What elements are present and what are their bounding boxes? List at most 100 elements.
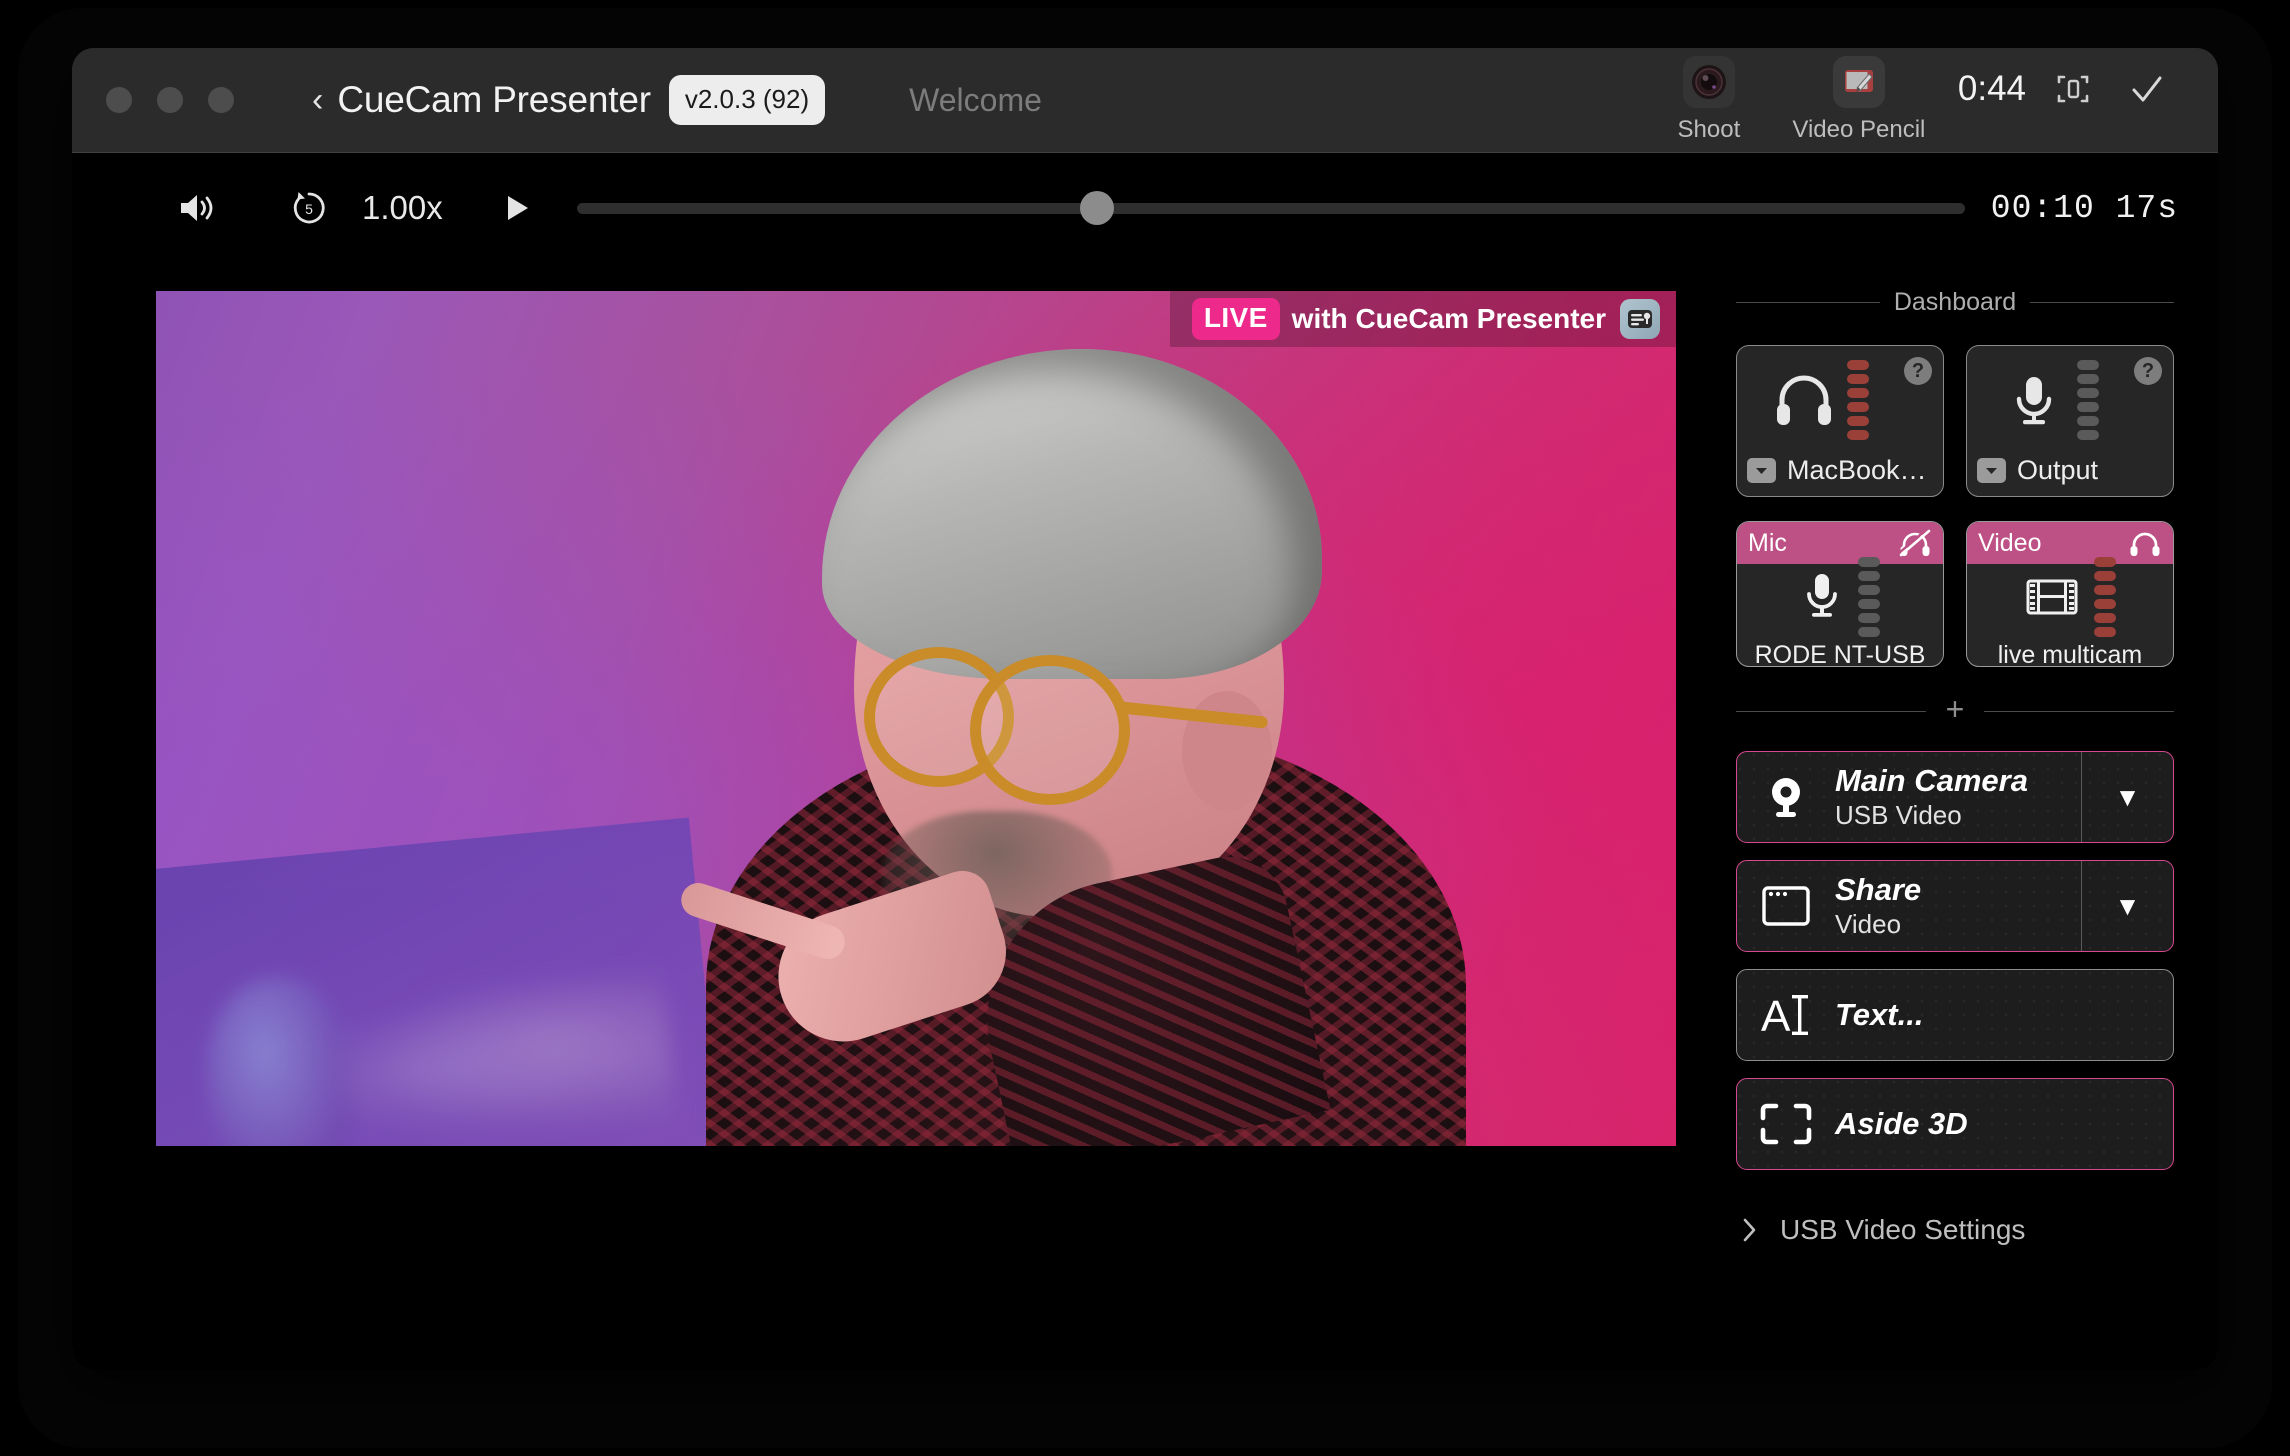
traffic-lights — [106, 87, 234, 113]
volume-button[interactable] — [156, 169, 234, 247]
source-title: Text... — [1835, 997, 1924, 1032]
microphone-device-name: Output — [2017, 455, 2099, 485]
playback-speed-label[interactable]: 1.00x — [362, 189, 443, 227]
shoot-tool-label: Shoot — [1677, 116, 1741, 143]
document-scan-button[interactable] — [2036, 63, 2110, 137]
headphones-device-row[interactable]: MacBook… — [1747, 455, 1933, 486]
microphone-level-meter — [2077, 360, 2099, 440]
mic-channel-card[interactable]: Mic RODE NT-USB — [1736, 521, 1944, 667]
film-strip-icon — [2026, 579, 2078, 614]
playback-timecode: 00:10 17s — [1990, 189, 2178, 227]
back-chevron-icon[interactable]: ‹ — [312, 83, 323, 117]
dashboard-panel: Dashboard ? MacBook… ? Output Mic RODE N… — [1718, 263, 2218, 1370]
add-source-divider: + — [1736, 693, 2174, 729]
live-banner-text: with CueCam Presenter — [1291, 303, 1606, 334]
dashboard-label: Dashboard — [1893, 288, 2017, 316]
chevron-down-icon[interactable] — [1977, 458, 2006, 483]
headphones-muted-icon — [1898, 529, 1931, 557]
chevron-down-icon: ▼ — [2114, 781, 2141, 812]
dashboard-section-header: Dashboard — [1736, 288, 2174, 317]
source-menu-caret[interactable]: ▼ — [2081, 861, 2173, 951]
mic-channel-body: RODE NT-USB — [1737, 556, 1943, 667]
toolbar-right-group: Shoot Video Pencil 0:44 — [1634, 48, 2184, 152]
source-title: Main Camera — [1835, 763, 2028, 798]
zoom-button[interactable] — [208, 87, 234, 113]
document-scan-icon — [2057, 75, 2089, 103]
confirm-button[interactable] — [2110, 63, 2184, 137]
scrubber-thumb[interactable] — [1080, 191, 1115, 225]
rewind-5-icon: 5 — [293, 192, 325, 224]
webcam-icon — [1737, 772, 1835, 822]
video-level-meter — [2094, 556, 2116, 637]
channels-row: Mic RODE NT-USB Video live multicam — [1736, 521, 2174, 667]
scrubber-track[interactable] — [576, 202, 1965, 214]
help-icon[interactable]: ? — [2134, 357, 2162, 385]
device-meters-row: ? MacBook… ? Output — [1736, 345, 2174, 497]
source-subtitle: Video — [1835, 909, 1902, 939]
help-icon[interactable]: ? — [1904, 357, 1932, 385]
svg-text:A: A — [1761, 992, 1791, 1041]
source-aside-3d[interactable]: Aside 3D — [1736, 1078, 2174, 1170]
cuecam-logo-icon — [1620, 299, 1660, 339]
chevron-right-icon — [1743, 1218, 1756, 1242]
version-badge[interactable]: v2.0.3 (92) — [668, 75, 826, 125]
divider-left — [1736, 302, 1880, 303]
app-title: CueCam Presenter — [337, 79, 651, 120]
video-channel-card[interactable]: Video live multicam — [1966, 521, 2174, 667]
headphones-icon — [2130, 532, 2160, 556]
headphones-meter-card[interactable]: ? MacBook… — [1736, 345, 1944, 497]
mic-channel-label: RODE NT-USB — [1754, 640, 1926, 667]
source-share[interactable]: Share Video ▼ — [1736, 860, 2174, 952]
video-pencil-tool-label: Video Pencil — [1792, 116, 1926, 143]
preview-stage: LIVE with CueCam Presenter — [72, 263, 1718, 1370]
microphone-meter-card[interactable]: ? Output — [1966, 345, 2174, 497]
video-pencil-icon — [1832, 56, 1885, 108]
source-main-camera[interactable]: Main Camera USB Video ▼ — [1736, 751, 2174, 843]
camera-lens-icon — [1682, 56, 1735, 108]
add-source-button[interactable]: + — [1940, 693, 1971, 729]
minimize-button[interactable] — [157, 87, 183, 113]
source-text[interactable]: A Text... — [1736, 969, 2174, 1061]
divider-left — [1736, 710, 1926, 712]
live-badge: LIVE — [1191, 298, 1280, 340]
video-preview[interactable]: LIVE with CueCam Presenter — [156, 291, 1676, 1146]
video-channel-title: Video — [1978, 528, 2042, 557]
speaker-wave-icon — [181, 195, 213, 221]
document-tab-welcome[interactable]: Welcome — [909, 82, 1042, 119]
session-timer: 0:44 — [1957, 69, 2026, 108]
playback-scrubber[interactable] — [576, 169, 1965, 247]
window-share-icon — [1737, 883, 1835, 929]
play-button[interactable] — [477, 169, 555, 247]
divider-right — [2030, 302, 2174, 303]
live-banner: LIVE with CueCam Presenter — [1169, 291, 1676, 347]
divider-right — [1984, 710, 2174, 712]
rewind-5-button[interactable]: 5 — [270, 169, 348, 247]
usb-video-settings-row[interactable]: USB Video Settings — [1736, 1214, 2174, 1246]
source-menu-caret[interactable]: ▼ — [2081, 752, 2173, 842]
app-window: ‹ CueCam Presenter v2.0.3 (92) Welcome S… — [72, 48, 2218, 1370]
microphone-device-row[interactable]: Output — [1977, 455, 2163, 486]
chevron-down-icon: ▼ — [2114, 890, 2141, 921]
source-title: Share — [1835, 872, 1922, 907]
chevron-down-icon[interactable] — [1747, 458, 1776, 483]
title-bar: ‹ CueCam Presenter v2.0.3 (92) Welcome S… — [72, 48, 2218, 153]
video-channel-body: live multicam — [1967, 556, 2173, 666]
microphone-icon — [2016, 377, 2052, 425]
shoot-tool-button[interactable]: Shoot — [1634, 56, 1784, 144]
usb-video-settings-label: USB Video Settings — [1780, 1214, 2026, 1245]
svg-text:5: 5 — [305, 201, 313, 217]
desktop-backdrop: ‹ CueCam Presenter v2.0.3 (92) Welcome S… — [0, 0, 2290, 1456]
microphone-icon — [1807, 573, 1837, 617]
crop-frame-icon — [1737, 1100, 1835, 1148]
video-pencil-tool-button[interactable]: Video Pencil — [1784, 56, 1934, 144]
source-buttons-list: Main Camera USB Video ▼ Share Video ▼ A … — [1736, 751, 2174, 1170]
source-title: Aside 3D — [1835, 1106, 1968, 1141]
source-subtitle: USB Video — [1835, 800, 1962, 830]
mic-level-meter — [1858, 556, 1880, 637]
presenter-hair — [822, 349, 1322, 679]
headphones-level-meter — [1847, 360, 1869, 440]
mic-channel-title: Mic — [1748, 528, 1787, 557]
playback-toolbar: 5 1.00x 00:10 17s — [72, 153, 2218, 263]
close-button[interactable] — [106, 87, 132, 113]
presenter-figure — [626, 291, 1526, 1146]
